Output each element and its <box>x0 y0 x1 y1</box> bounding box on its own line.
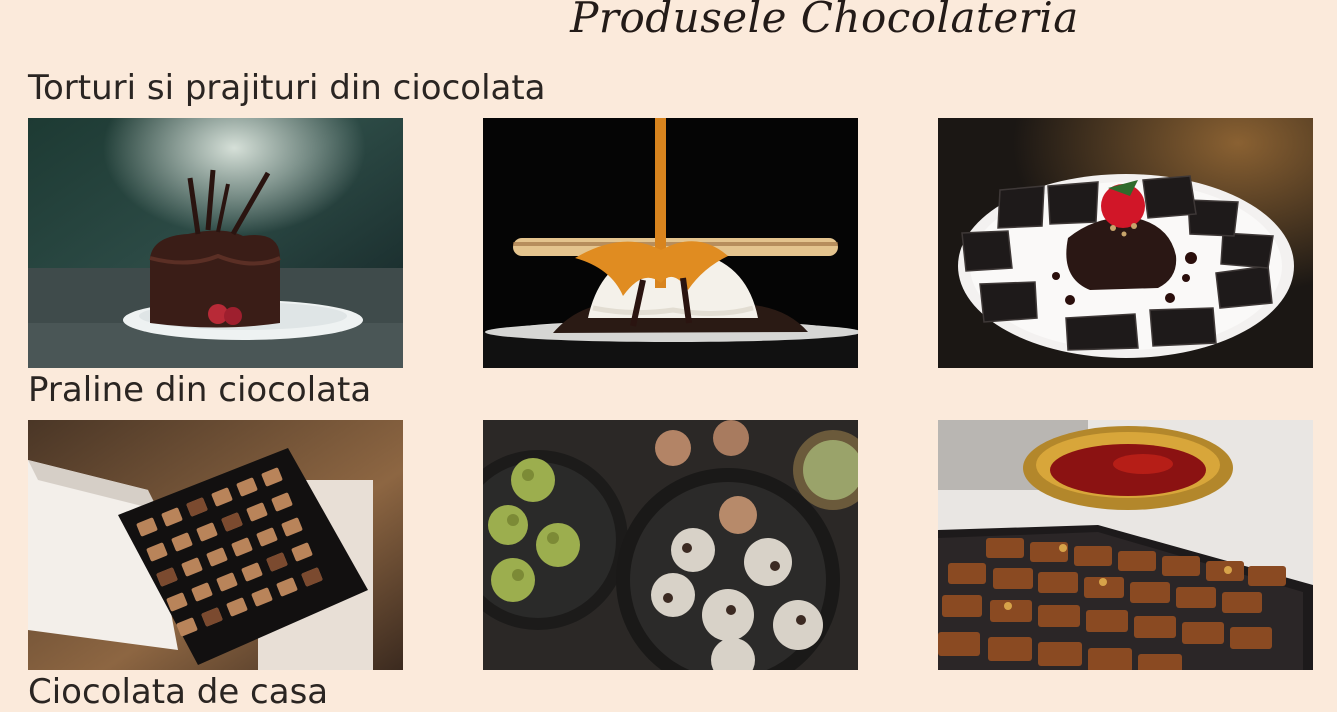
chocolate-cake-photo <box>28 118 403 368</box>
section-heading-homemade: Ciocolata de casa <box>28 672 329 712</box>
ice-cream-caramel-photo <box>483 118 858 368</box>
chocolate-cake-plate-photo <box>938 118 1313 368</box>
page-title: Produsele Chocolateria <box>570 0 1079 42</box>
praline-box-photo <box>28 420 403 670</box>
chocolate-tray-tea-photo <box>938 420 1313 670</box>
section-heading-cakes: Torturi si prajituri din ciocolata <box>28 68 546 108</box>
section-heading-pralines: Praline din ciocolata <box>28 370 372 410</box>
truffles-photo <box>483 420 858 670</box>
